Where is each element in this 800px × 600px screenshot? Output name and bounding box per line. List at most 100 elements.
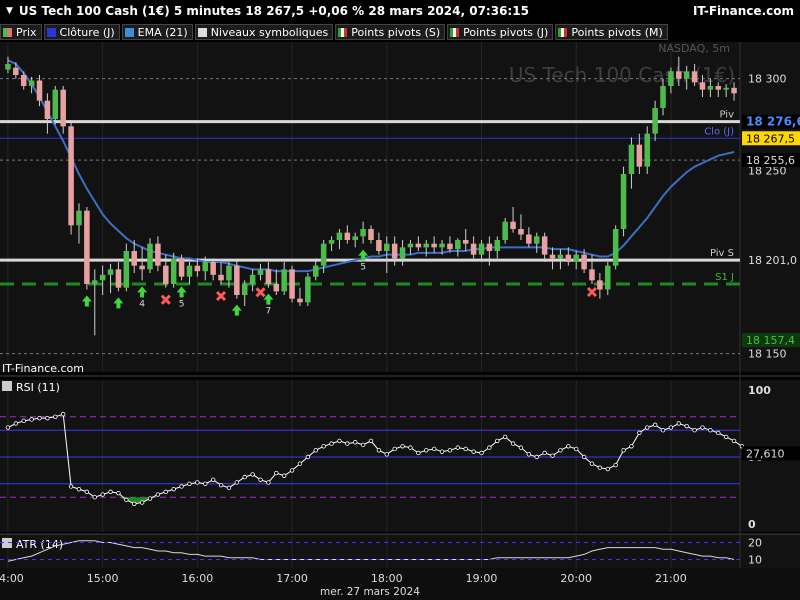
rsi-point <box>518 445 524 450</box>
rsi-point <box>353 440 358 445</box>
rsi-point <box>234 480 240 485</box>
rsi-point <box>76 486 82 492</box>
rsi-point <box>439 449 445 454</box>
rsi-point <box>5 425 11 430</box>
price-tag-label: 18 255,6 <box>746 154 795 167</box>
rsi-point <box>400 444 405 449</box>
candle-body <box>123 251 130 288</box>
candle-body <box>723 87 729 90</box>
rsi-point <box>542 450 547 456</box>
rsi-point <box>692 428 697 433</box>
rsi-point <box>84 489 90 495</box>
candle-body <box>399 247 406 259</box>
chart-canvas[interactable]: 14:00 15:00 16:00 17:00 18:00 19:00 20:00 21:00… <box>0 0 800 600</box>
candle-body <box>683 71 690 79</box>
rsi-point <box>731 438 737 444</box>
rsi-point <box>163 489 168 495</box>
rsi-point <box>116 490 121 496</box>
candle-body <box>155 243 161 266</box>
y-tick-label: 18 201,0 <box>748 254 797 267</box>
candle-body <box>52 89 59 119</box>
price-tag-label: 18 267,5 <box>746 132 795 145</box>
candle-body <box>328 240 335 244</box>
candle-body <box>376 240 382 251</box>
candle-body <box>226 265 232 281</box>
candle-body <box>660 86 666 108</box>
rsi-point <box>297 461 303 466</box>
candle-body <box>352 236 358 240</box>
candle-body <box>415 243 422 248</box>
rsi-point <box>45 415 50 421</box>
rsi-point <box>416 450 421 456</box>
candle-body <box>249 274 256 284</box>
candle-body <box>84 210 90 284</box>
candle-body <box>541 236 548 255</box>
rsi-point <box>329 441 334 446</box>
candle-body <box>676 71 682 79</box>
candle-body <box>68 126 74 226</box>
rsi-point <box>447 448 453 453</box>
rsi-pane <box>0 380 800 532</box>
candle-body <box>297 298 303 303</box>
candle-body <box>186 265 193 277</box>
rsi-point <box>621 448 626 453</box>
atr-title: ATR (14) <box>16 538 63 551</box>
candle-body <box>510 221 516 229</box>
candle-body <box>668 71 674 86</box>
candle-body <box>107 269 114 275</box>
rsi-point <box>589 461 595 466</box>
x-tick-label: 15:00 <box>87 572 119 585</box>
y-tick-label: 18 300 <box>748 73 787 86</box>
rsi-point <box>155 492 161 497</box>
rsi-point <box>92 495 97 500</box>
candle-body <box>431 243 437 248</box>
rsi-point <box>684 423 689 429</box>
rsi-point <box>266 480 271 485</box>
rsi-point <box>53 414 58 419</box>
rsi-point <box>258 477 263 482</box>
candle-body <box>407 243 414 248</box>
candle-body <box>486 243 493 251</box>
rsi-point <box>313 448 318 453</box>
rsi-point <box>226 485 232 491</box>
candle-body <box>384 243 390 251</box>
rsi-point <box>471 449 476 454</box>
x-tick-label: 19:00 <box>466 572 498 585</box>
candle-body <box>478 243 485 255</box>
x-tick-label: 16:00 <box>182 572 214 585</box>
rsi-point <box>368 438 374 444</box>
marker-count-label: 5 <box>179 299 185 309</box>
candle-body <box>273 284 280 292</box>
rsi-point <box>495 438 500 444</box>
rsi-point <box>345 441 350 446</box>
candle-body <box>557 254 564 259</box>
level-label: S1 J <box>715 272 734 283</box>
rsi-point <box>21 418 26 424</box>
rsi-point <box>700 425 705 430</box>
credit-label: IT-Finance.com <box>2 362 84 375</box>
candle-body <box>549 254 556 259</box>
candle-body <box>360 229 366 237</box>
rsi-point <box>487 445 492 450</box>
candle-body <box>447 243 453 250</box>
rsi-point <box>431 446 437 452</box>
candle-body <box>581 254 587 270</box>
rsi-point <box>723 434 729 440</box>
rsi-point <box>455 445 461 450</box>
rsi-point <box>629 444 634 449</box>
candle-body <box>163 265 169 284</box>
candle-body <box>526 234 532 244</box>
candle-body <box>194 265 201 272</box>
candle-body <box>589 269 595 281</box>
candle-body <box>423 243 430 248</box>
rsi-toggle-icon <box>2 381 12 391</box>
candle-body <box>28 80 35 86</box>
rsi-point <box>171 486 176 492</box>
candle-body <box>494 240 501 251</box>
rsi-point <box>250 472 255 477</box>
candle-body <box>612 229 619 266</box>
rsi-point <box>195 480 200 485</box>
rsi-point <box>281 473 287 478</box>
rsi-point <box>100 492 105 497</box>
candle-body <box>147 243 153 270</box>
